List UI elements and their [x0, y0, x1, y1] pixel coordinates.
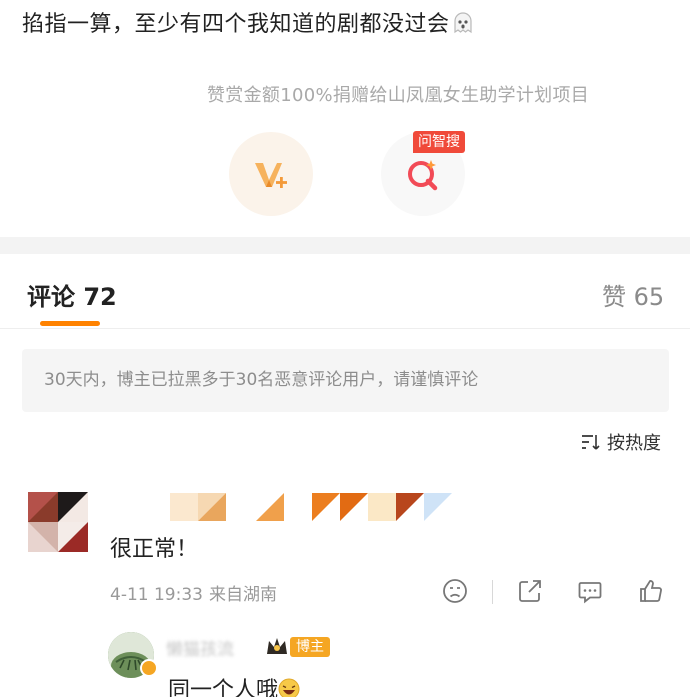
reply-button[interactable] [575, 576, 605, 606]
reply-text-content: 同一个人哦 [168, 678, 279, 697]
username-mosaic [170, 493, 452, 521]
sort-label: 按热度 [607, 433, 661, 454]
ghost-icon [453, 12, 472, 34]
share-icon [519, 580, 541, 602]
tabs-divider [0, 328, 690, 329]
verified-badge [140, 659, 158, 677]
section-divider [0, 237, 690, 254]
reward-note: 赞赏金额100%捐赠给山凤凰女生助学计划项目 [207, 85, 590, 106]
like-button[interactable] [636, 576, 666, 606]
ai-search-icon [408, 160, 438, 191]
action-divider [492, 580, 493, 604]
v-plus-icon [255, 163, 287, 188]
crown-icon [267, 638, 287, 654]
avatar[interactable] [28, 492, 88, 552]
search-badge: 问智搜 [413, 131, 465, 153]
sad-face-button[interactable] [440, 576, 470, 606]
tab-comments[interactable]: 评论 72 [27, 277, 117, 312]
comment-location: 来自湖南 [208, 585, 277, 605]
comment-date: 4-11 19:33 [110, 585, 203, 605]
post-text-content: 掐指一算，至少有四个我知道的剧都没过会 [22, 12, 450, 37]
comment-meta: 4-11 19:33 来自湖南 [110, 580, 277, 605]
sad-face-icon [443, 579, 467, 603]
comment-notice: 30天内，博主已拉黑多于30名恶意评论用户，请谨慎评论 [22, 349, 669, 412]
reply-icon [578, 582, 602, 604]
post-text: 掐指一算，至少有四个我知道的剧都没过会 [22, 6, 474, 38]
sort-icon [582, 435, 600, 450]
like-icon [640, 580, 662, 602]
tab-likes[interactable]: 赞 65 [602, 277, 664, 312]
reward-button[interactable] [229, 132, 313, 216]
reply-text: 同一个人哦 [168, 672, 300, 697]
sort-toggle[interactable]: 按热度 [581, 429, 661, 455]
blogger-tag: 博主 [290, 637, 330, 657]
share-button[interactable] [515, 576, 545, 606]
comment-text: 很正常！ [110, 537, 199, 562]
active-tab-indicator [40, 321, 100, 326]
reply-username[interactable]: 懒猫孩流 [166, 635, 234, 660]
laugh-emoji-icon [278, 678, 300, 697]
avatar-mosaic [28, 492, 88, 552]
